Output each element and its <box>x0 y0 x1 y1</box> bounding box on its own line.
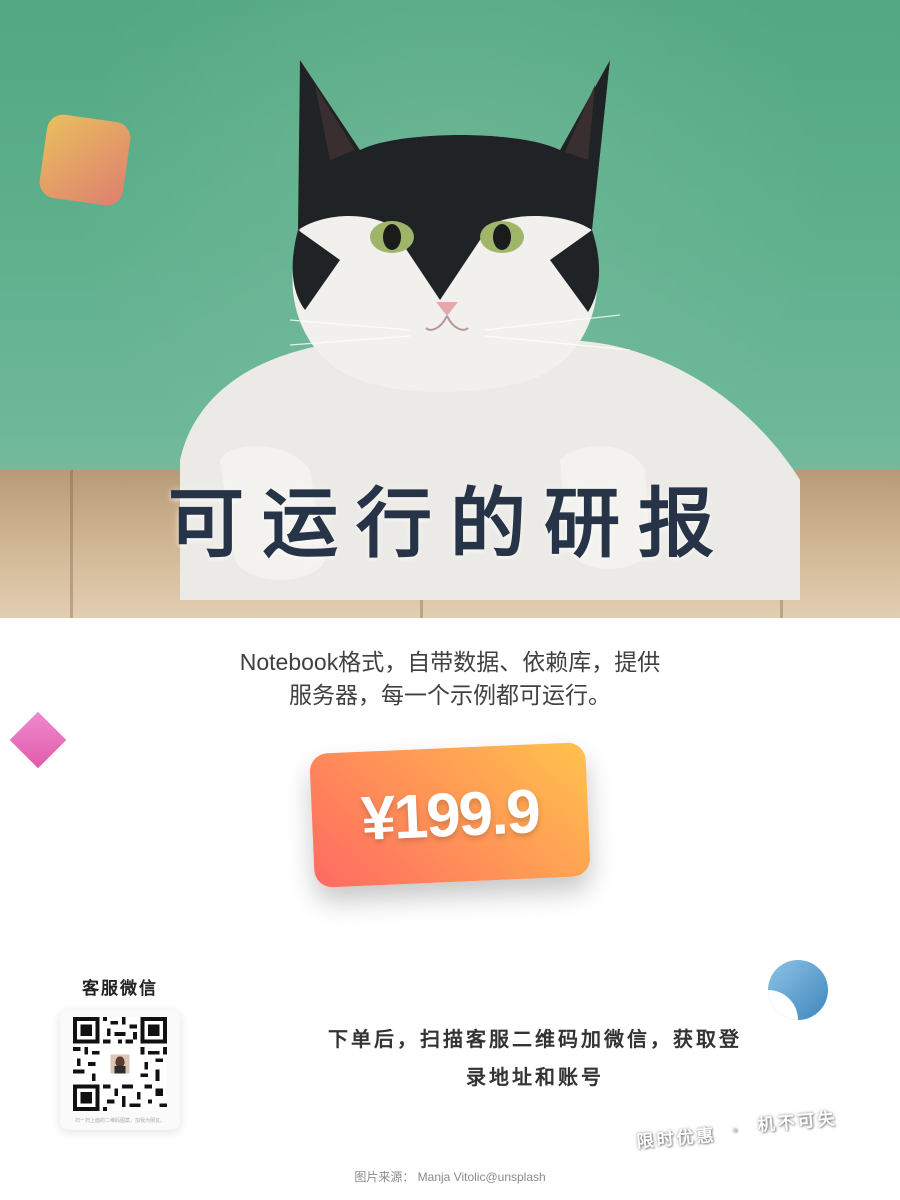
description-line: 服务器，每一个示例都可运行。 <box>289 682 611 708</box>
instructions: 下单后，扫描客服二维码加微信，获取登 录地址和账号 <box>310 1020 760 1096</box>
product-description: Notebook格式，自带数据、依赖库，提供 服务器，每一个示例都可运行。 <box>200 646 700 712</box>
price-value: ¥199.9 <box>359 776 541 854</box>
description-line: Notebook格式，自带数据、依赖库，提供 <box>239 649 661 675</box>
decorative-diamond <box>9 711 67 769</box>
page-title: 可运行的研报 <box>168 479 732 568</box>
qr-label: 客服微信 <box>82 979 158 999</box>
promo-dont-miss: 机不可失 <box>756 1109 839 1136</box>
wechat-qr-code[interactable]: 扫一扫上面的二维码图案，加我为朋友。 <box>60 1010 180 1130</box>
promo-limited-offer: 限时优惠 <box>635 1125 718 1153</box>
circle-notch <box>768 990 798 1020</box>
price-tag: ¥199.9 <box>309 742 591 888</box>
qr-code-icon <box>73 1017 167 1111</box>
instructions-line: 下单后，扫描客服二维码加微信，获取登 <box>328 1027 742 1051</box>
decorative-circle <box>768 960 828 1020</box>
qr-caption: 扫一扫上面的二维码图案，加我为朋友。 <box>74 1118 165 1124</box>
image-credit: 图片来源： Manja Vitolic@unsplash <box>354 1170 546 1184</box>
decorative-square <box>37 112 133 208</box>
instructions-line: 录地址和账号 <box>466 1065 604 1089</box>
promo-separator: · <box>731 1120 739 1142</box>
promo-banner: 限时优惠 · 机不可失 <box>635 1098 858 1157</box>
